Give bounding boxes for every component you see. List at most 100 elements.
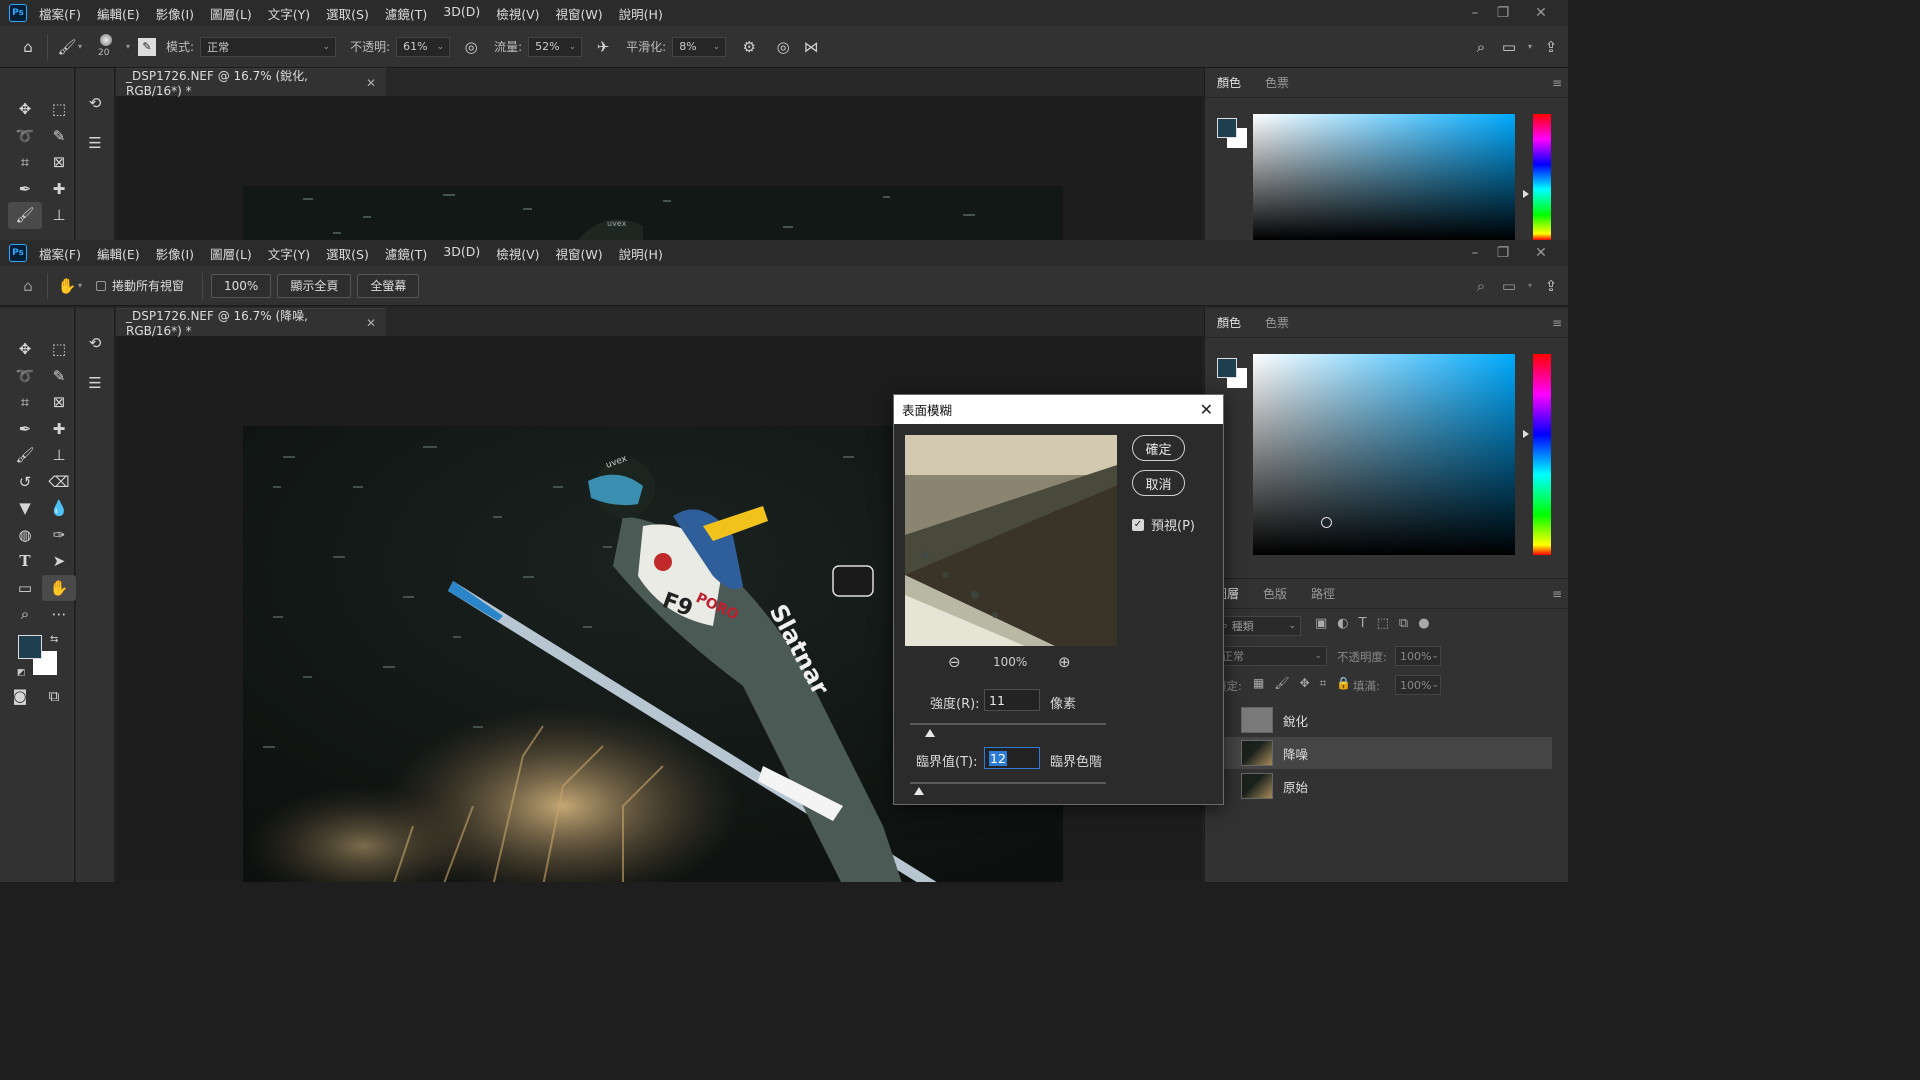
zoom-tool-icon[interactable]: ⌕ — [8, 601, 42, 628]
menu-item[interactable]: 3D(D) — [443, 244, 480, 263]
chevron-down-icon[interactable]: ▾ — [126, 42, 130, 51]
rectangle-tool-icon[interactable]: ▭ — [8, 575, 42, 602]
minimize-icon[interactable]: – — [1460, 240, 1490, 266]
filter-preview[interactable] — [905, 435, 1117, 646]
threshold-input[interactable]: 12 — [984, 747, 1040, 769]
menu-item[interactable]: 圖層(L) — [210, 244, 252, 263]
menu-item[interactable]: 文字(Y) — [268, 4, 310, 23]
home-icon[interactable]: ⌂ — [17, 36, 39, 58]
color-picker-cursor-icon[interactable] — [1321, 517, 1332, 528]
chevron-down-icon[interactable]: ▾ — [1528, 42, 1532, 51]
menu-item[interactable]: 3D(D) — [443, 4, 480, 23]
panel-menu-icon[interactable]: ≡ — [1552, 587, 1562, 601]
tab-channels[interactable]: 色版 — [1251, 585, 1299, 602]
gear-icon[interactable]: ⚙ — [738, 36, 760, 58]
paint-bucket-tool-icon[interactable]: ▼ — [8, 495, 42, 522]
quick-select-tool-icon[interactable]: ✎ — [42, 123, 76, 150]
chevron-down-icon[interactable]: ▾ — [78, 42, 82, 51]
filter-toggle-icon[interactable]: ● — [1418, 616, 1429, 631]
fit-screen-button[interactable]: 顯示全頁 — [277, 273, 352, 298]
quick-mask-icon[interactable]: ◙ — [8, 685, 32, 707]
symmetry-butterfly-icon[interactable]: ⋈ — [800, 36, 822, 58]
menu-item[interactable]: 編輯(E) — [97, 4, 140, 23]
mode-select[interactable]: 正常 ⌄ — [200, 36, 337, 57]
layer-filter-select[interactable]: ⌕ 種類 ⌄ — [1215, 616, 1301, 636]
eraser-tool-icon[interactable]: ⌫ — [42, 469, 76, 496]
hue-slider-marker-icon[interactable] — [1523, 430, 1529, 438]
history-brush-tool-icon[interactable]: ↺ — [8, 469, 42, 496]
path-selection-tool-icon[interactable]: ➤ — [42, 548, 76, 575]
workspace-icon[interactable]: ▭ — [1498, 36, 1520, 58]
eyedropper-tool-icon[interactable]: ✒ — [8, 416, 42, 443]
layer-row[interactable]: › 原始 — [1205, 770, 1552, 802]
screen-mode-icon[interactable]: ⧉ — [42, 685, 66, 707]
foreground-color-swatch[interactable] — [1217, 118, 1237, 138]
menu-item[interactable]: 檔案(F) — [39, 244, 81, 263]
clone-stamp-tool-icon[interactable]: ⊥ — [42, 442, 76, 469]
layer-opacity-field[interactable]: 100% ⌄ — [1395, 646, 1441, 666]
frame-tool-icon[interactable]: ⊠ — [42, 149, 76, 176]
layer-row[interactable]: 銳化 — [1205, 704, 1552, 736]
opacity-field[interactable]: 61% ⌄ — [396, 36, 451, 57]
pressure-size-icon[interactable]: ◎ — [772, 36, 794, 58]
ok-button[interactable]: 確定 — [1132, 435, 1185, 461]
foreground-color-swatch[interactable] — [1217, 358, 1237, 378]
menu-item[interactable]: 影像(I) — [156, 244, 194, 263]
marquee-tool-icon[interactable]: ⬚ — [42, 96, 76, 123]
tab-color[interactable]: 顏色 — [1205, 74, 1253, 91]
sponge-tool-icon[interactable]: ◍ — [8, 522, 42, 549]
history-panel-icon[interactable]: ⟲ — [84, 92, 106, 114]
pen-tool-icon[interactable]: ✑ — [42, 522, 76, 549]
close-icon[interactable]: ✕ — [1526, 240, 1556, 266]
zoom-in-icon[interactable]: ⊕ — [1058, 653, 1071, 671]
zoom-out-icon[interactable]: ⊖ — [948, 653, 961, 671]
hue-slider-marker-icon[interactable] — [1523, 190, 1529, 198]
close-icon[interactable]: ✕ — [1200, 400, 1213, 419]
smoothing-field[interactable]: 8% ⌄ — [672, 36, 727, 57]
adjustment-filter-icon[interactable]: ◐ — [1337, 616, 1348, 631]
close-tab-icon[interactable]: ✕ — [366, 76, 376, 90]
menu-item[interactable]: 選取(S) — [326, 244, 369, 263]
menu-item[interactable]: 檢視(V) — [496, 244, 539, 263]
threshold-slider-track[interactable] — [910, 782, 1106, 784]
scroll-all-checkbox[interactable] — [96, 280, 107, 291]
properties-panel-icon[interactable]: ☰ — [84, 372, 106, 394]
eyedropper-tool-icon[interactable]: ✒ — [8, 176, 42, 203]
brush-tool-preset-icon[interactable]: 🖌 — [56, 36, 78, 58]
brush-tool-icon[interactable]: 🖌 — [8, 202, 42, 229]
chevron-down-icon[interactable]: ▾ — [78, 281, 82, 290]
preview-checkbox[interactable]: ✓ — [1132, 518, 1144, 531]
menu-item[interactable]: 視窗(W) — [556, 4, 603, 23]
smart-object-filter-icon[interactable]: ⧉ — [1399, 616, 1408, 631]
zoom-100-button[interactable]: 100% — [211, 273, 272, 298]
menu-item[interactable]: 影像(I) — [156, 4, 194, 23]
layer-row-selected[interactable]: › 降噪 — [1205, 737, 1552, 769]
default-colors-icon[interactable]: ◩ — [17, 668, 26, 678]
menu-item[interactable]: 視窗(W) — [556, 244, 603, 263]
swap-colors-icon[interactable]: ⇆ — [50, 634, 58, 645]
properties-panel-icon[interactable]: ☰ — [84, 132, 106, 154]
tab-color[interactable]: 顏色 — [1205, 314, 1253, 331]
cancel-button[interactable]: 取消 — [1132, 470, 1185, 496]
tab-swatches[interactable]: 色票 — [1253, 74, 1301, 91]
lock-transparent-icon[interactable]: ▦ — [1253, 676, 1264, 691]
document-tab[interactable]: _DSP1726.NEF @ 16.7% (銳化, RGB/16*) * ✕ — [116, 68, 386, 98]
panel-menu-icon[interactable]: ≡ — [1552, 76, 1562, 90]
chevron-down-icon[interactable]: ▾ — [1528, 281, 1532, 290]
share-icon[interactable]: ⇪ — [1540, 36, 1562, 58]
quick-select-tool-icon[interactable]: ✎ — [42, 363, 76, 390]
marquee-tool-icon[interactable]: ⬚ — [42, 336, 76, 363]
foreground-color-swatch[interactable] — [18, 635, 42, 659]
color-field[interactable] — [1253, 354, 1515, 555]
history-panel-icon[interactable]: ⟲ — [84, 332, 106, 354]
document-tab[interactable]: _DSP1726.NEF @ 16.7% (降噪, RGB/16*) * ✕ — [116, 308, 386, 338]
radius-slider-track[interactable] — [910, 723, 1106, 725]
workspace-icon[interactable]: ▭ — [1498, 275, 1520, 297]
fill-field[interactable]: 100% ⌄ — [1395, 675, 1441, 695]
menu-item[interactable]: 文字(Y) — [268, 244, 310, 263]
frame-tool-icon[interactable]: ⊠ — [42, 389, 76, 416]
lock-position-icon[interactable]: ✥ — [1300, 676, 1310, 691]
share-icon[interactable]: ⇪ — [1540, 275, 1562, 297]
lasso-tool-icon[interactable]: ➰ — [8, 123, 42, 150]
brush-tool-icon[interactable]: 🖌 — [8, 442, 42, 469]
